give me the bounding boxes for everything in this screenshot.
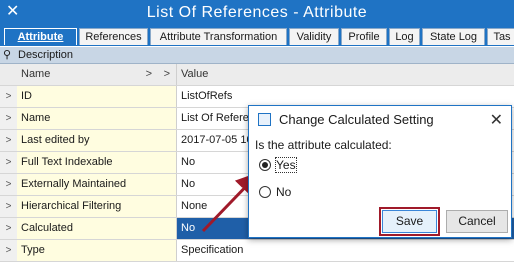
tab-validity[interactable]: Validity [289,28,339,45]
title-bar: ✕ List Of References - Attribute [0,0,514,26]
close-icon[interactable]: ✕ [490,110,503,130]
tab-log[interactable]: Log [389,28,420,45]
tab-attribute[interactable]: Attribute [4,28,77,45]
row-name: Last edited by [17,130,177,151]
cancel-button[interactable]: Cancel [446,210,508,233]
description-row[interactable]: ⚲ Description [0,47,514,64]
row-name: Calculated [17,218,177,239]
column-header-value[interactable]: Value [177,64,514,85]
expand-icon[interactable]: > [0,218,18,239]
expand-icon[interactable]: > [0,108,18,129]
row-name: Type [17,240,177,261]
column-header-name[interactable]: Name > > [17,64,177,85]
radio-no[interactable] [259,186,271,198]
row-name: Name [17,108,177,129]
radio-yes[interactable] [259,159,271,171]
expand-icon[interactable]: > [0,86,18,107]
row-name: Hierarchical Filtering [17,196,177,217]
table-row[interactable]: > Type Specification [0,240,514,262]
change-calculated-dialog: Change Calculated Setting ✕ Is the attri… [248,105,512,238]
header-expander [0,64,18,85]
row-name: Full Text Indexable [17,152,177,173]
save-button[interactable]: Save [382,210,437,233]
tab-bar: Attribute References Attribute Transform… [0,26,514,46]
expand-icon[interactable]: > [0,240,18,261]
expand-icon[interactable]: > [0,174,18,195]
row-value[interactable]: Specification [177,240,514,261]
expand-icon[interactable]: > [0,130,18,151]
row-name: Externally Maintained [17,174,177,195]
chevron-right-icon[interactable]: > [146,64,152,85]
window-title: List Of References - Attribute [146,4,368,21]
row-name: ID [17,86,177,107]
tab-profile[interactable]: Profile [341,28,387,45]
tab-tasks[interactable]: Tas [487,28,514,45]
tab-attribute-transformation[interactable]: Attribute Transformation [150,28,287,45]
dialog-question: Is the attribute calculated: [255,138,392,152]
grid-header: Name > > Value [0,64,514,86]
dialog-title-bar: Change Calculated Setting ✕ [249,106,511,132]
tab-references[interactable]: References [79,28,148,45]
expand-icon[interactable]: > [0,152,18,173]
radio-no-label[interactable]: No [276,185,291,199]
column-header-name-label: Name [21,68,51,80]
description-label: Description [18,49,74,61]
expand-icon[interactable]: > [0,196,18,217]
dialog-title: Change Calculated Setting [279,112,434,127]
tab-state-log[interactable]: State Log [422,28,485,45]
chevron-right-icon[interactable]: > [164,64,170,85]
window-icon [258,113,271,126]
pin-icon[interactable]: ⚲ [3,48,11,61]
row-value[interactable]: ListOfRefs [177,86,514,107]
radio-yes-label[interactable]: Yes [275,157,297,173]
